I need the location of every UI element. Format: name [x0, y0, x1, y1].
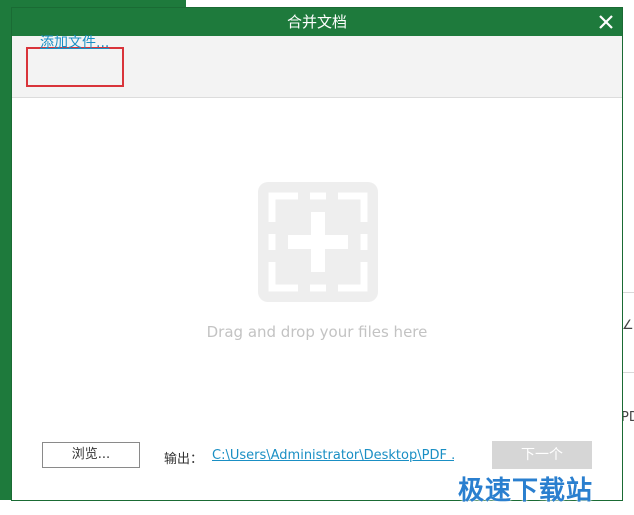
next-button[interactable]: 下一个 [492, 441, 592, 469]
add-file-link[interactable]: 添加文件... [40, 32, 109, 52]
output-label: 输出： [164, 452, 204, 467]
close-icon[interactable] [594, 10, 618, 34]
background-bottom-strip [0, 500, 186, 515]
drop-hint-text: Drag and drop your files here [206, 323, 428, 341]
browse-button[interactable]: 浏览... [42, 442, 140, 468]
background-divider [622, 292, 634, 293]
highlight-box [26, 47, 124, 87]
add-frame-icon [258, 182, 378, 302]
background-divider [622, 372, 634, 373]
background-edit-icon: ∠ [622, 318, 634, 333]
output-path-link[interactable]: C:\Users\Administrator\Desktop\PDF ... [212, 448, 454, 463]
merge-documents-dialog: 合并文档 添加文件... Drag and drop your files he… [12, 8, 622, 500]
background-right-area [622, 0, 634, 515]
background-partial-label: PDF [621, 410, 634, 425]
watermark-logo: 极速下载站 [458, 476, 594, 506]
file-drop-zone[interactable]: Drag and drop your files here [12, 98, 622, 428]
